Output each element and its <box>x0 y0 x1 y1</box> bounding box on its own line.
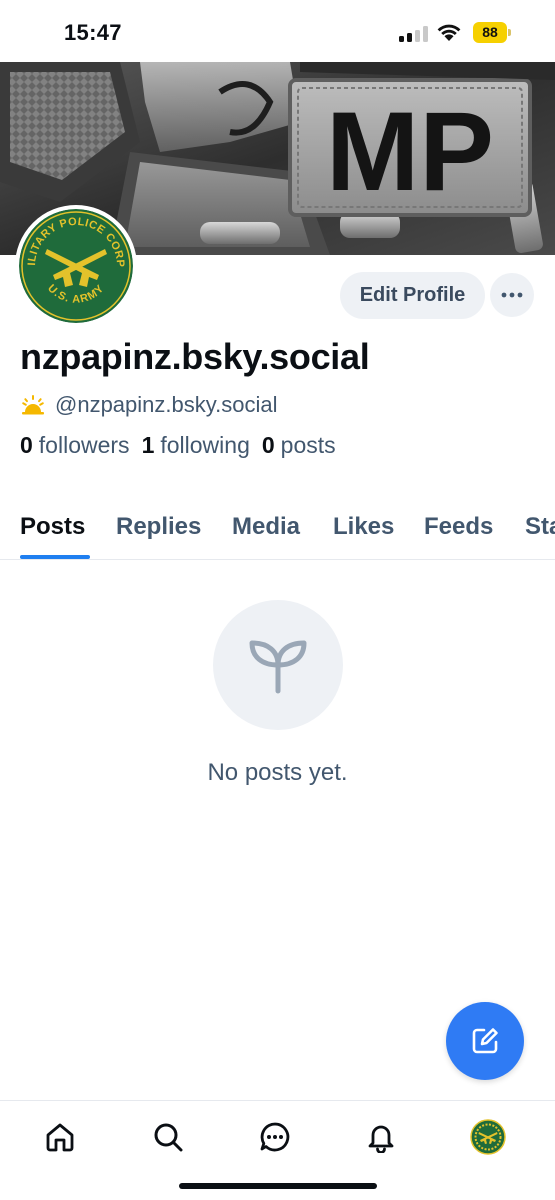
handle-row: @nzpapinz.bsky.social <box>20 390 277 420</box>
tab-likes[interactable]: Likes <box>333 513 394 541</box>
profile-handle: @nzpapinz.bsky.social <box>55 392 278 417</box>
tab-feeds[interactable]: Feeds <box>424 513 493 541</box>
wifi-icon <box>437 24 461 41</box>
empty-state-text: No posts yet. <box>207 759 348 786</box>
cellular-signal-icon <box>399 26 429 42</box>
bell-icon <box>368 1125 394 1153</box>
tab-starter-packs[interactable]: Starter Packs <box>525 513 555 541</box>
nav-search[interactable] <box>148 1117 188 1157</box>
profile-tabs: Posts Replies Media Likes Feeds Starter … <box>0 500 555 560</box>
military-police-corps-logo: MILITARY POLICE CORPS U.S. ARMY <box>19 209 133 323</box>
seedling-icon <box>249 640 307 694</box>
search-icon <box>154 1123 183 1152</box>
battery-icon: 88 <box>473 22 511 43</box>
nav-home[interactable] <box>40 1117 80 1157</box>
posts-stat: 0 posts <box>261 432 336 458</box>
edit-profile-button[interactable]: Edit Profile <box>340 272 485 319</box>
status-bar: 15:47 88 <box>0 0 555 62</box>
home-indicator <box>179 1183 377 1189</box>
nav-notifications[interactable] <box>361 1117 401 1157</box>
tab-replies[interactable]: Replies <box>116 513 201 541</box>
tab-posts[interactable]: Posts <box>20 513 85 541</box>
following-stat[interactable]: 1 following <box>142 432 250 459</box>
ellipsis-icon <box>501 292 523 298</box>
compose-icon <box>472 1028 498 1054</box>
empty-state-icon-container <box>213 600 343 730</box>
compose-post-button[interactable] <box>446 1002 524 1080</box>
chat-icon <box>260 1122 290 1152</box>
profile-avatar[interactable]: MILITARY POLICE CORPS U.S. ARMY <box>15 205 137 327</box>
display-name: nzpapinz.bsky.social <box>20 336 370 377</box>
sunrise-emoji-icon <box>22 395 44 415</box>
more-options-button[interactable] <box>490 273 534 317</box>
tab-media[interactable]: Media <box>232 513 300 541</box>
profile-avatar <box>470 1119 506 1155</box>
status-time: 15:47 <box>64 20 122 45</box>
profile-stats: 0 followers 1 following 0 posts <box>20 432 348 459</box>
nav-chat[interactable] <box>255 1117 295 1157</box>
home-icon <box>46 1123 74 1152</box>
active-tab-indicator <box>20 555 90 559</box>
followers-stat[interactable]: 0 followers <box>20 432 130 459</box>
battery-level: 88 <box>473 22 507 43</box>
banner-patch-text: MP <box>326 89 494 214</box>
nav-profile[interactable] <box>468 1117 508 1157</box>
